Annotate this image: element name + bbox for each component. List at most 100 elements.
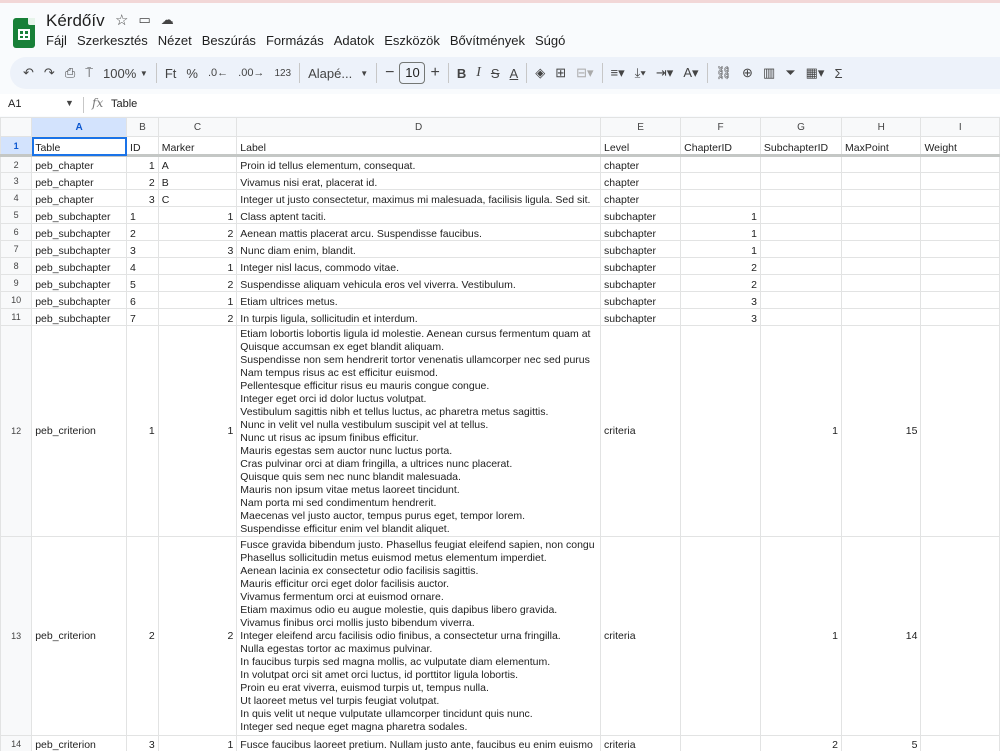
insert-comment-icon[interactable]: ⊕ [737,61,758,85]
cloud-status-icon[interactable]: ☁ [161,12,174,29]
cell[interactable]: peb_subchapter [31,257,128,275]
cell[interactable] [920,172,1000,190]
cell[interactable] [759,308,843,326]
cell[interactable]: subchapter [600,206,682,224]
cell[interactable]: Vivamus nisi erat, placerat id. [236,172,602,190]
merge-cells-icon[interactable]: ⊟▾ [571,61,598,85]
cell[interactable]: 1 [157,257,238,275]
cell[interactable]: 2 [157,223,238,241]
decrease-font-size-button[interactable]: − [380,61,399,85]
star-icon[interactable]: ☆ [115,11,128,29]
menu-extensions[interactable]: Bővítmények [445,33,530,48]
cell[interactable] [841,291,922,309]
row-header[interactable]: 10 [0,291,33,309]
cell[interactable]: criteria [600,536,682,736]
cell[interactable]: 1 [680,206,761,224]
cell[interactable] [759,206,843,224]
formula-input[interactable]: Table [111,98,137,110]
row-header[interactable]: 7 [0,240,33,258]
cell[interactable]: 2 [157,274,238,292]
cell[interactable]: 4 [126,257,159,275]
column-header-h[interactable]: H [841,117,922,137]
cell[interactable]: subchapter [600,308,682,326]
font-select[interactable]: Alapé... ▼ [303,61,373,85]
undo-icon[interactable]: ↶ [18,61,39,85]
cell[interactable] [920,257,1000,275]
print-icon[interactable]: ⎙ [60,61,80,85]
cell[interactable] [759,274,843,292]
row-header[interactable]: 3 [0,172,33,190]
cell[interactable] [680,325,761,537]
cell[interactable]: chapter [600,155,682,173]
cell[interactable] [759,189,843,207]
move-folder-icon[interactable]: ▭ [138,12,150,29]
cell[interactable] [920,735,1000,751]
redo-icon[interactable]: ↷ [39,61,60,85]
cell[interactable]: Fusce gravida bibendum justo. Phasellus … [236,536,602,736]
insert-link-icon[interactable]: ⛓ [711,61,738,85]
cell[interactable] [841,206,922,224]
menu-edit[interactable]: Szerkesztés [72,33,153,48]
menu-data[interactable]: Adatok [329,33,379,48]
increase-font-size-button[interactable]: + [425,61,444,85]
cell[interactable]: peb_criterion [31,325,128,537]
cell[interactable]: Class aptent taciti. [236,206,602,224]
cell[interactable]: 3 [680,308,761,326]
cell[interactable] [841,240,922,258]
cell[interactable]: Marker [157,136,238,157]
cell[interactable]: ID [126,136,159,157]
cell[interactable]: SubchapterID [759,136,843,157]
cell[interactable]: 3 [126,735,159,751]
row-header[interactable]: 13 [0,536,33,736]
cell[interactable]: peb_subchapter [31,223,128,241]
cell[interactable]: 1 [157,206,238,224]
cell[interactable]: B [157,172,238,190]
cell[interactable]: 1 [680,223,761,241]
column-header-f[interactable]: F [680,117,761,137]
increase-decimal-button[interactable]: .00→ [233,61,269,85]
cell[interactable]: C [157,189,238,207]
menu-view[interactable]: Nézet [153,33,197,48]
cell[interactable]: peb_subchapter [31,240,128,258]
cell[interactable]: peb_criterion [31,536,128,736]
cell[interactable]: 14 [841,536,922,736]
column-header-i[interactable]: I [920,117,1000,137]
cell[interactable] [920,240,1000,258]
cell[interactable]: subchapter [600,240,682,258]
cell[interactable] [680,172,761,190]
currency-format-button[interactable]: Ft [160,61,182,85]
cell[interactable]: 3 [126,189,159,207]
cell[interactable]: peb_subchapter [31,291,128,309]
cell[interactable]: 2 [126,536,159,736]
column-header-g[interactable]: G [759,117,843,137]
cell[interactable]: subchapter [600,257,682,275]
cell[interactable]: 2 [157,536,238,736]
cell[interactable]: peb_chapter [31,155,128,173]
column-header-c[interactable]: C [157,117,238,137]
cell[interactable]: 1 [759,325,843,537]
bold-icon[interactable]: B [452,61,471,85]
cell[interactable]: 1 [126,155,159,173]
cell[interactable]: Aenean mattis placerat arcu. Suspendisse… [236,223,602,241]
cell[interactable]: 1 [126,206,159,224]
cell[interactable]: subchapter [600,291,682,309]
cell[interactable]: 6 [126,291,159,309]
cell[interactable]: Label [236,136,602,157]
cell[interactable]: Table [31,136,128,157]
cell[interactable]: 7 [126,308,159,326]
text-color-icon[interactable]: A [505,61,524,85]
fill-color-icon[interactable]: ◈ [530,61,550,85]
row-header[interactable]: 5 [0,206,33,224]
text-rotation-icon[interactable]: A▾ [678,61,703,85]
italic-icon[interactable]: I [471,61,486,85]
cell[interactable] [920,155,1000,173]
cell[interactable]: Proin id tellus elementum, consequat. [236,155,602,173]
cell[interactable] [920,206,1000,224]
cell[interactable]: In turpis ligula, sollicitudin et interd… [236,308,602,326]
menu-help[interactable]: Súgó [530,33,570,48]
cell[interactable] [920,291,1000,309]
cell[interactable] [841,189,922,207]
cell[interactable] [841,274,922,292]
cell[interactable]: criteria [600,735,682,751]
cell[interactable] [841,308,922,326]
